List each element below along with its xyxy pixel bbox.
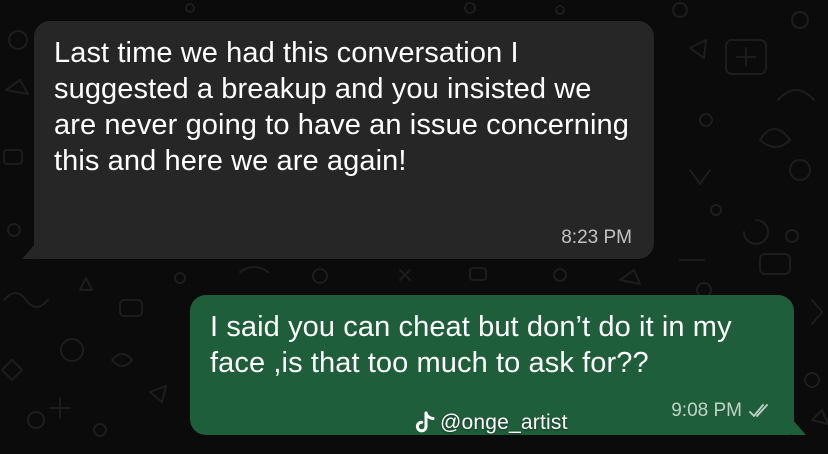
bubble-tail: [792, 419, 806, 435]
message-text: I said you can cheat but don’t do it in …: [210, 311, 740, 379]
message-time: 9:08 PM: [671, 400, 742, 421]
incoming-message-bubble[interactable]: Last time we had this conversation I sug…: [22, 21, 654, 259]
tiktok-icon: [414, 411, 436, 435]
bubble-tail: [22, 243, 36, 259]
message-meta: 8:23 PM: [561, 227, 632, 249]
chat-area: Last time we had this conversation I sug…: [0, 0, 828, 454]
watermark-handle: @onge_artist: [440, 411, 568, 434]
tiktok-watermark: @onge_artist: [414, 411, 568, 435]
message-meta: 9:08 PM: [671, 400, 770, 422]
double-check-icon: [748, 403, 770, 419]
message-text: Last time we had this conversation I sug…: [54, 37, 638, 177]
message-time: 8:23 PM: [561, 227, 632, 248]
